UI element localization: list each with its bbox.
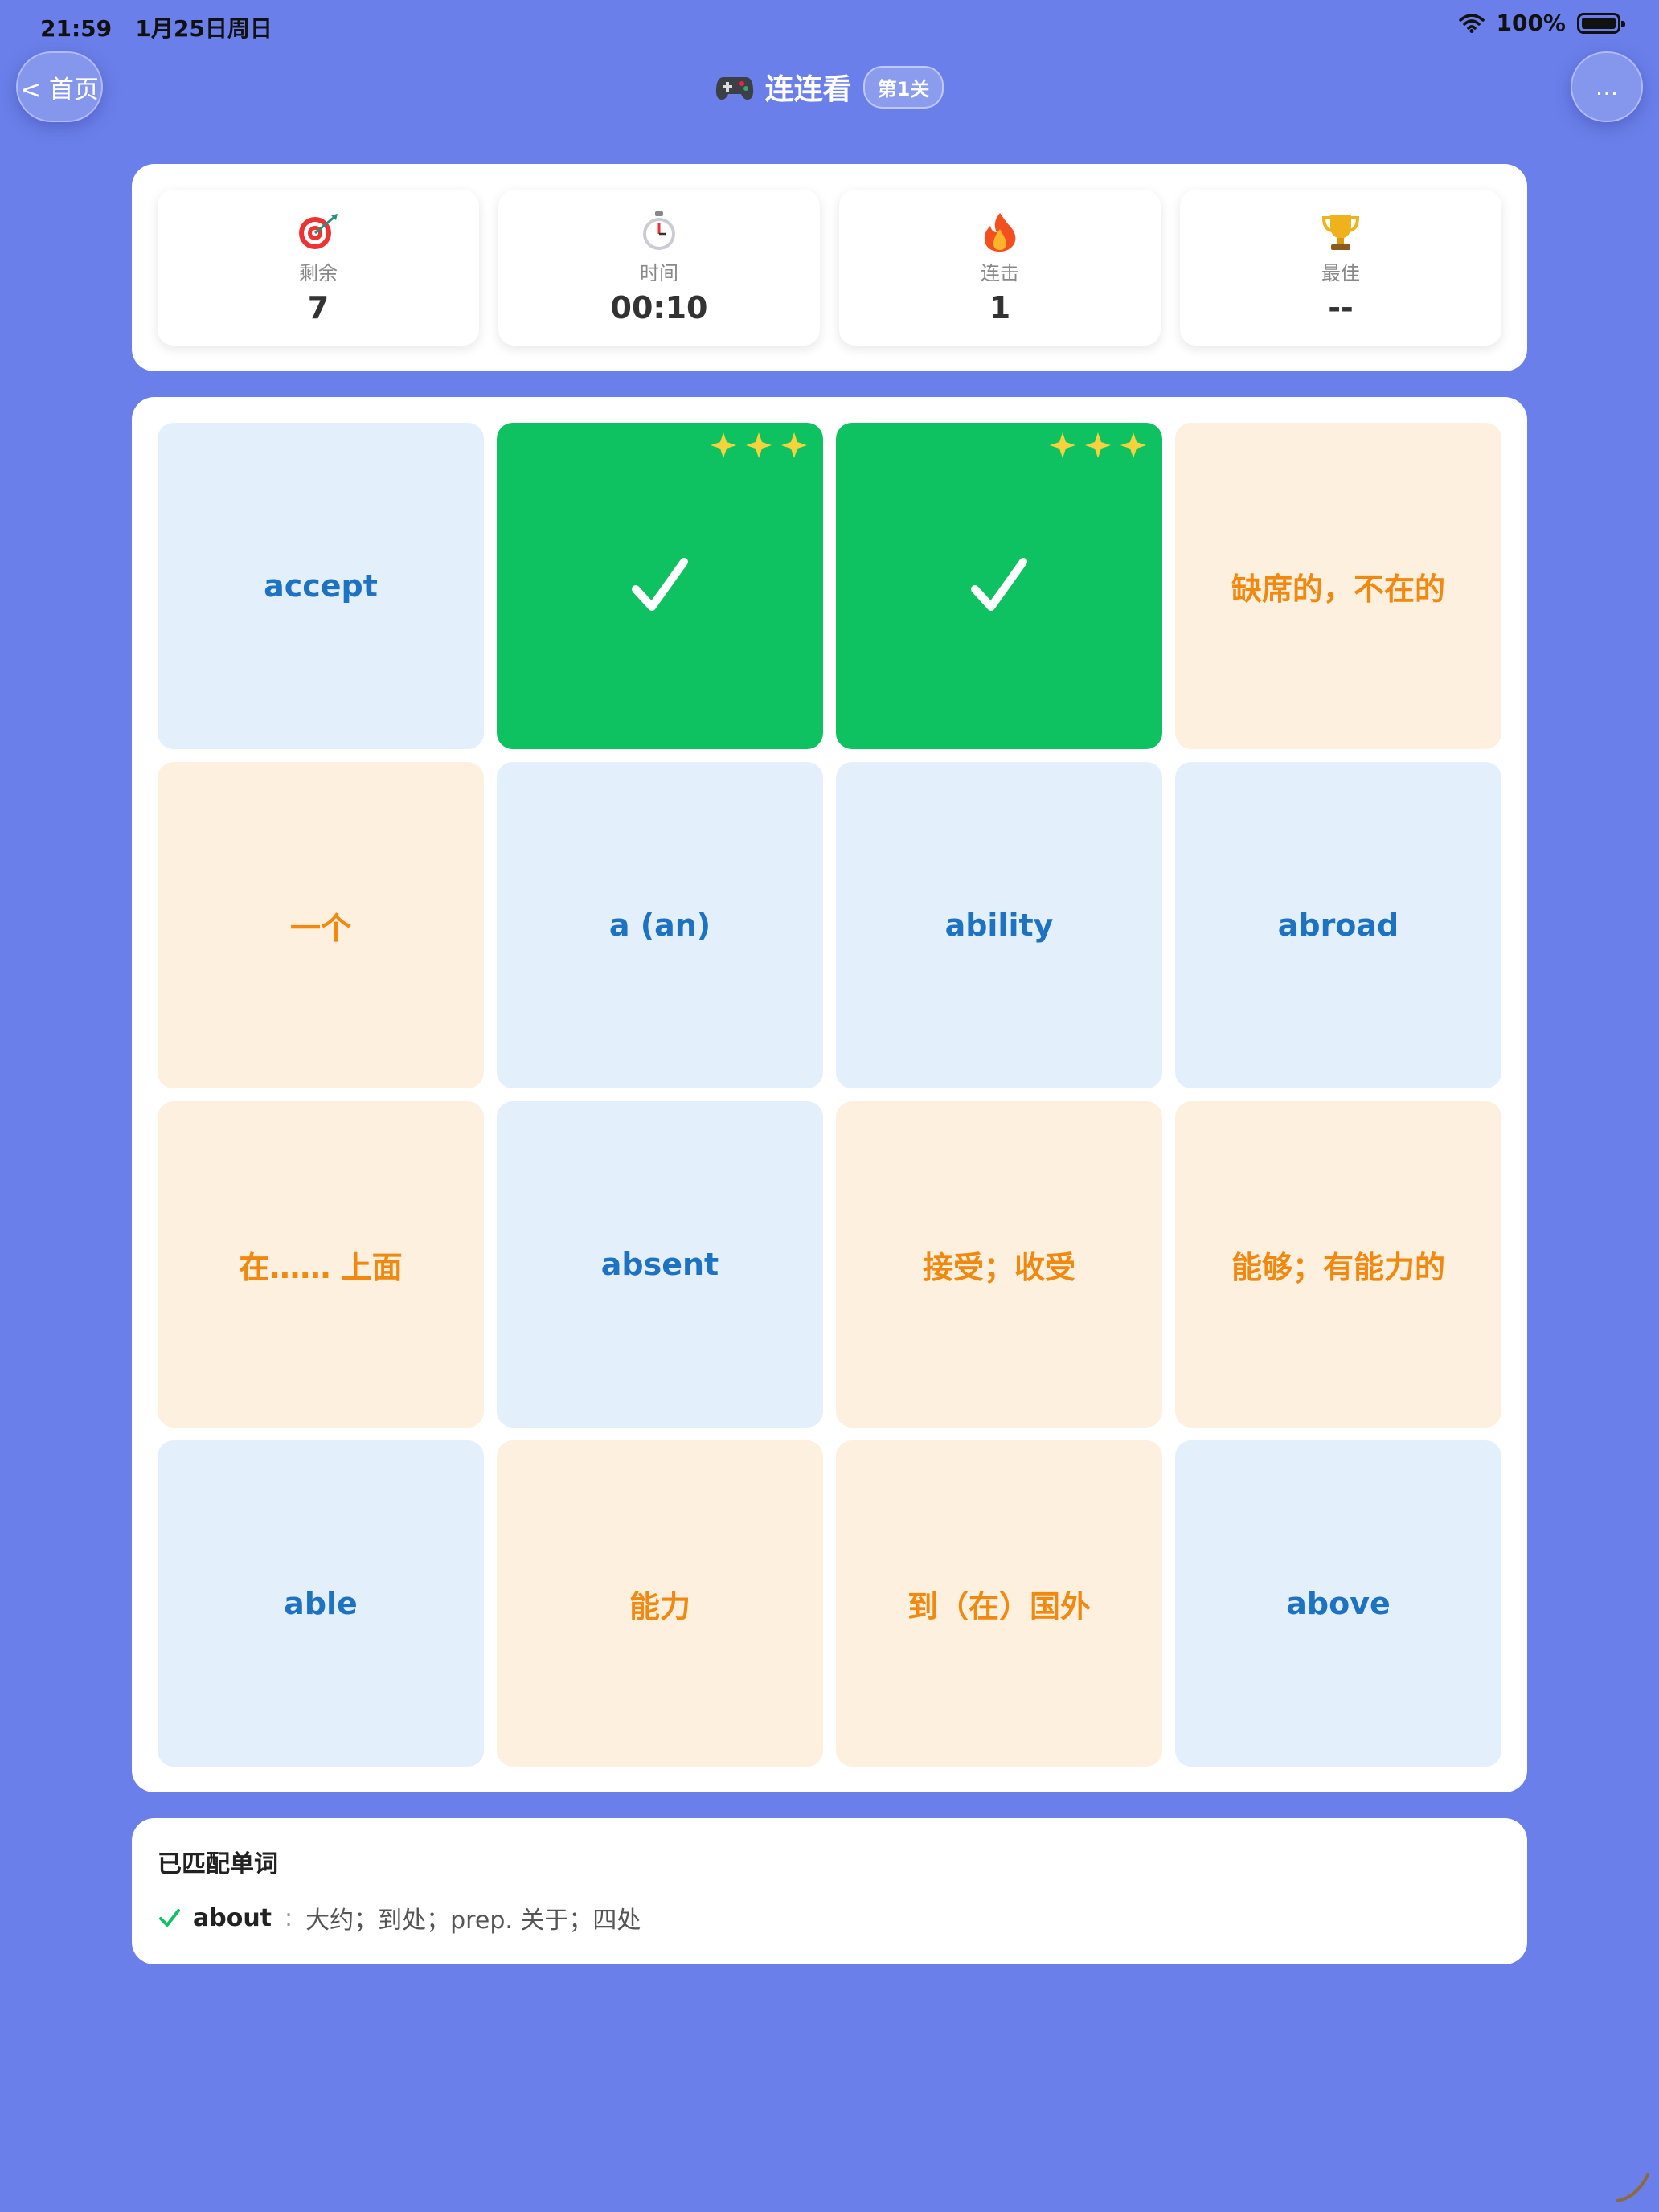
meaning-tile[interactable]: 一个 [158, 762, 484, 1088]
title-text: 连连看 [764, 73, 852, 106]
stat-label: 时间 [640, 261, 678, 285]
stat-remaining: 剩余 7 [158, 190, 479, 346]
wifi-icon [1459, 13, 1485, 33]
status-bar: 21:59 1月25日周日 100% [0, 0, 1659, 51]
word-tile[interactable]: absent [497, 1101, 823, 1428]
meaning-tile[interactable]: 缺席的，不在的 [1175, 423, 1501, 749]
resize-handle-icon [1616, 2173, 1649, 2202]
word-tile[interactable]: accept [158, 423, 484, 749]
stats-panel: 剩余 7 时间 00:10 连击 1 最佳 -- [132, 164, 1527, 371]
status-date: 1月25日周日 [135, 15, 272, 42]
sparkles-icon [709, 428, 813, 460]
stat-value: 1 [989, 289, 1011, 326]
word-tile[interactable]: abroad [1175, 762, 1501, 1088]
word-tile[interactable]: a (an) [497, 762, 823, 1088]
stopwatch-icon [641, 211, 678, 252]
game-board: accept 缺席的，不在的 一个 a (an) ability abroad [132, 397, 1527, 1792]
gamepad-icon [715, 77, 753, 100]
check-icon [159, 1909, 180, 1927]
meaning-tile[interactable]: 在…… 上面 [158, 1101, 484, 1428]
matched-tile [836, 423, 1162, 749]
stat-value: 00:10 [610, 289, 708, 326]
meaning-tile[interactable]: 能够；有能力的 [1175, 1101, 1501, 1428]
fire-icon [982, 211, 1018, 252]
matched-tile [497, 423, 823, 749]
page-title: 连连看 第1关 [0, 64, 1659, 109]
status-indicators: 100% [1459, 10, 1625, 36]
checkmark-icon [971, 558, 1027, 611]
meaning-tile[interactable]: 到（在）国外 [836, 1440, 1162, 1767]
matched-word: about [193, 1903, 272, 1932]
meaning-tile[interactable]: 能力 [497, 1440, 823, 1767]
battery-icon [1577, 12, 1625, 34]
more-button[interactable]: ... [1571, 51, 1643, 122]
stat-label: 剩余 [299, 261, 338, 285]
matched-definition: 大约；到处；prep. 关于；四处 [305, 1907, 641, 1935]
sparkles-icon [1048, 428, 1153, 460]
stat-combo: 连击 1 [839, 190, 1161, 346]
battery-percent: 100% [1496, 10, 1566, 36]
status-time: 21:59 1月25日周日 [40, 11, 272, 43]
word-tile[interactable]: above [1175, 1440, 1501, 1767]
matched-list-item: about : 大约；到处；prep. 关于；四处 [158, 1900, 1501, 1936]
stat-best: 最佳 -- [1180, 190, 1501, 346]
trophy-icon [1321, 211, 1361, 252]
word-tile[interactable]: able [158, 1440, 484, 1767]
matched-words-panel: 已匹配单词 about : 大约；到处；prep. 关于；四处 [132, 1818, 1527, 1964]
word-tile[interactable]: ability [836, 762, 1162, 1088]
stat-label: 最佳 [1321, 261, 1360, 285]
status-clock: 21:59 [40, 15, 113, 42]
matched-title: 已匹配单词 [158, 1850, 278, 1878]
level-badge: 第1关 [862, 65, 944, 109]
target-icon [297, 211, 339, 252]
stat-time: 时间 00:10 [498, 190, 820, 346]
stat-value: -- [1328, 289, 1354, 326]
matched-separator: : [285, 1903, 293, 1932]
meaning-tile[interactable]: 接受；收受 [836, 1101, 1162, 1428]
stat-value: 7 [307, 289, 330, 326]
stat-label: 连击 [981, 261, 1019, 285]
checkmark-icon [632, 558, 688, 611]
